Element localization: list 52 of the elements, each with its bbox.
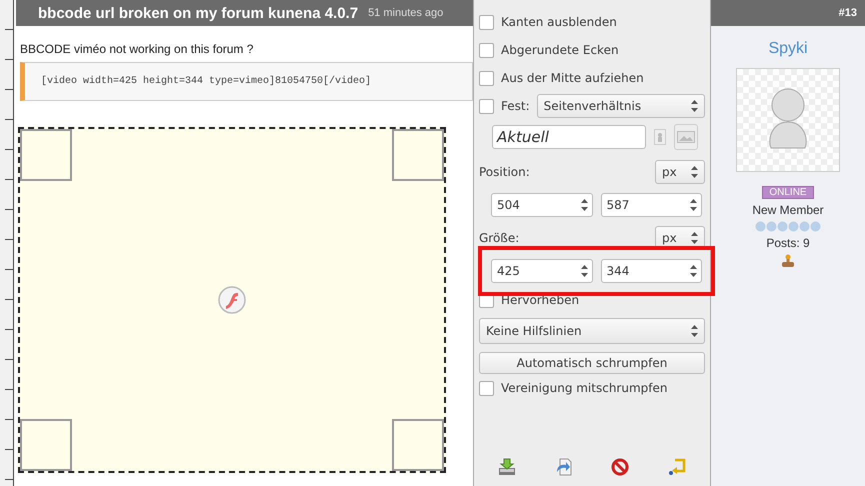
checkbox-label: Kanten ausblenden — [501, 15, 617, 29]
stamp-icon — [781, 254, 795, 268]
shrink-button[interactable]: Automatisch schrumpfen — [479, 352, 705, 374]
flash-icon — [218, 286, 246, 314]
width-field[interactable]: 425 — [491, 259, 592, 283]
spinner-arrows-icon — [580, 265, 588, 277]
document-icon — [654, 129, 666, 145]
restore-icon[interactable] — [554, 458, 573, 476]
rank-dots-icon — [755, 221, 821, 232]
corner-handle[interactable] — [392, 129, 444, 181]
spinner-arrows-icon — [691, 100, 698, 112]
aspect-dropdown[interactable]: Seitenverhältnis — [536, 94, 705, 118]
fixed-label: Fest: — [501, 99, 530, 113]
delete-icon[interactable] — [611, 458, 630, 476]
checkbox[interactable] — [479, 14, 494, 30]
spinner-arrows-icon — [691, 166, 698, 178]
checkbox[interactable] — [479, 70, 494, 86]
spinner-arrows-icon — [691, 232, 698, 244]
spinner-arrows-icon — [691, 325, 698, 337]
spinner-arrows-icon — [580, 199, 588, 211]
image-button[interactable] — [674, 124, 698, 150]
post-count: Posts: 9 — [766, 236, 810, 250]
checkbox[interactable] — [479, 42, 494, 58]
checkbox-label: Hervorheben — [501, 293, 580, 307]
checkbox-label: Aus der Mitte aufziehen — [501, 71, 644, 85]
height-field[interactable]: 344 — [600, 259, 702, 283]
corner-handle[interactable] — [392, 419, 444, 471]
save-icon[interactable] — [498, 458, 516, 476]
position-x-field[interactable]: 504 — [491, 193, 592, 217]
post-time: 51 minutes ago — [368, 7, 444, 19]
checkbox[interactable] — [479, 380, 494, 396]
image-icon — [677, 131, 695, 143]
reset-icon[interactable] — [668, 458, 686, 476]
post-text: BBCODE viméo not working on this forum ? — [20, 42, 254, 56]
checkbox-label: Abgerundete Ecken — [501, 43, 619, 57]
user-rank: New Member — [752, 203, 824, 217]
guides-dropdown[interactable]: Keine Hilfslinien — [479, 318, 705, 344]
position-y-field[interactable]: 587 — [600, 193, 702, 217]
size-label: Größe: — [479, 231, 520, 245]
code-text: [video width=425 height=344 type=vimeo]81054750[/video] — [41, 76, 372, 87]
spinner-arrows-icon — [690, 199, 697, 211]
post-title: bbcode url broken on my forum kunena 4.0.7 — [38, 4, 358, 22]
checkbox-label: Vereinigung mitschrumpfen — [501, 381, 668, 395]
online-badge: ONLINE — [762, 186, 814, 199]
checkbox[interactable] — [479, 98, 494, 114]
spinner-arrows-icon — [690, 265, 697, 277]
post-number: #13 — [838, 7, 857, 19]
corner-handle[interactable] — [20, 419, 72, 471]
corner-handle[interactable] — [20, 129, 72, 181]
preset-field[interactable]: Aktuell — [492, 125, 646, 149]
unit-dropdown[interactable]: px — [655, 160, 705, 184]
position-label: Position: — [479, 165, 530, 179]
